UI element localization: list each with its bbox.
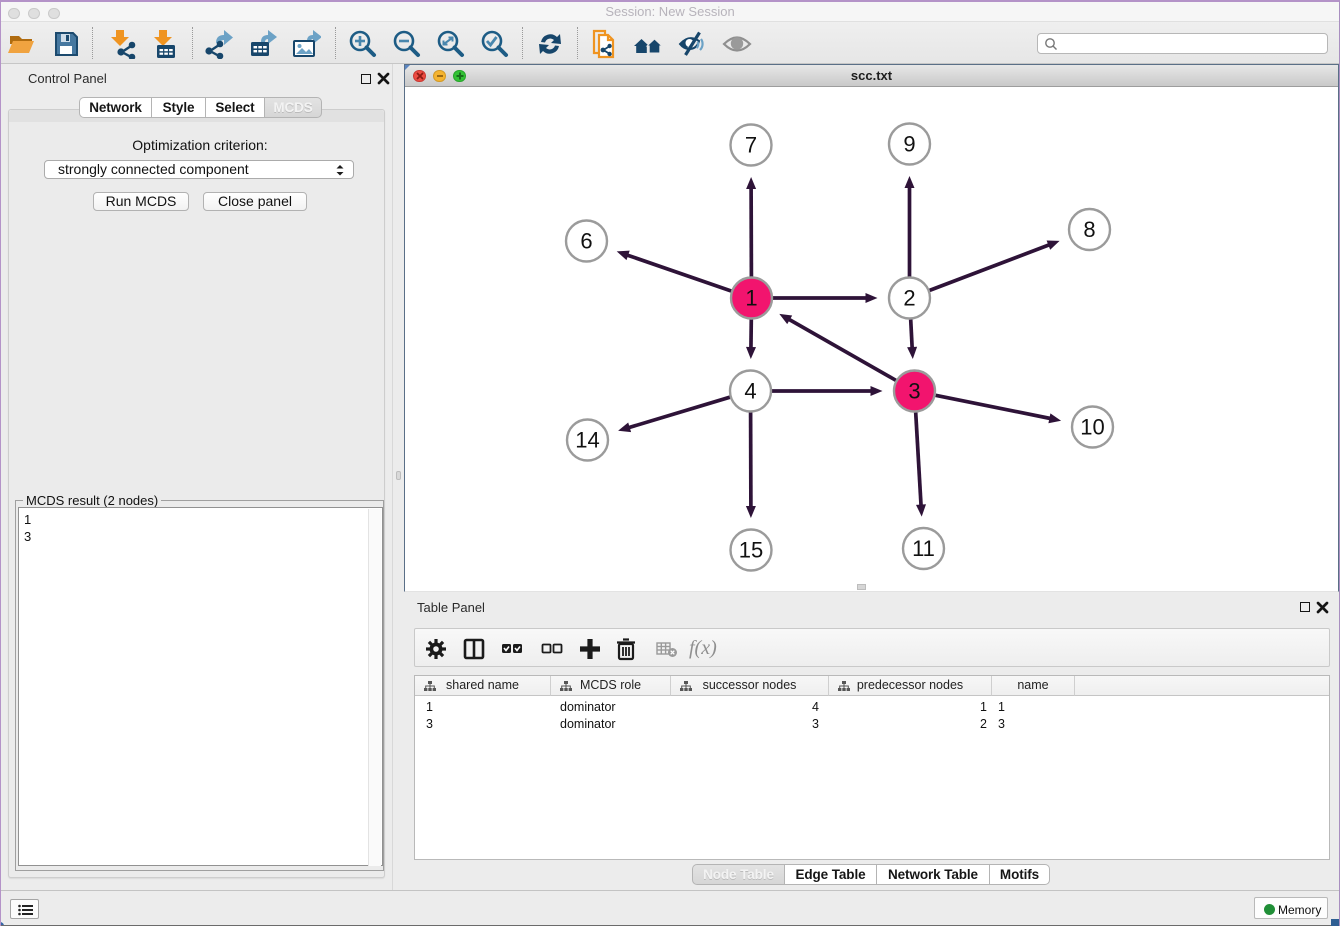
svg-text:7: 7	[745, 133, 757, 158]
svg-text:11: 11	[912, 536, 935, 561]
svg-text:1: 1	[745, 286, 757, 311]
svg-text:3: 3	[908, 379, 920, 404]
svg-text:9: 9	[903, 132, 915, 157]
svg-text:2: 2	[903, 286, 915, 311]
svg-text:8: 8	[1083, 217, 1095, 242]
svg-text:4: 4	[744, 379, 756, 404]
svg-text:15: 15	[739, 538, 763, 563]
svg-text:10: 10	[1080, 415, 1104, 440]
svg-text:14: 14	[575, 428, 599, 453]
svg-text:6: 6	[580, 229, 592, 254]
